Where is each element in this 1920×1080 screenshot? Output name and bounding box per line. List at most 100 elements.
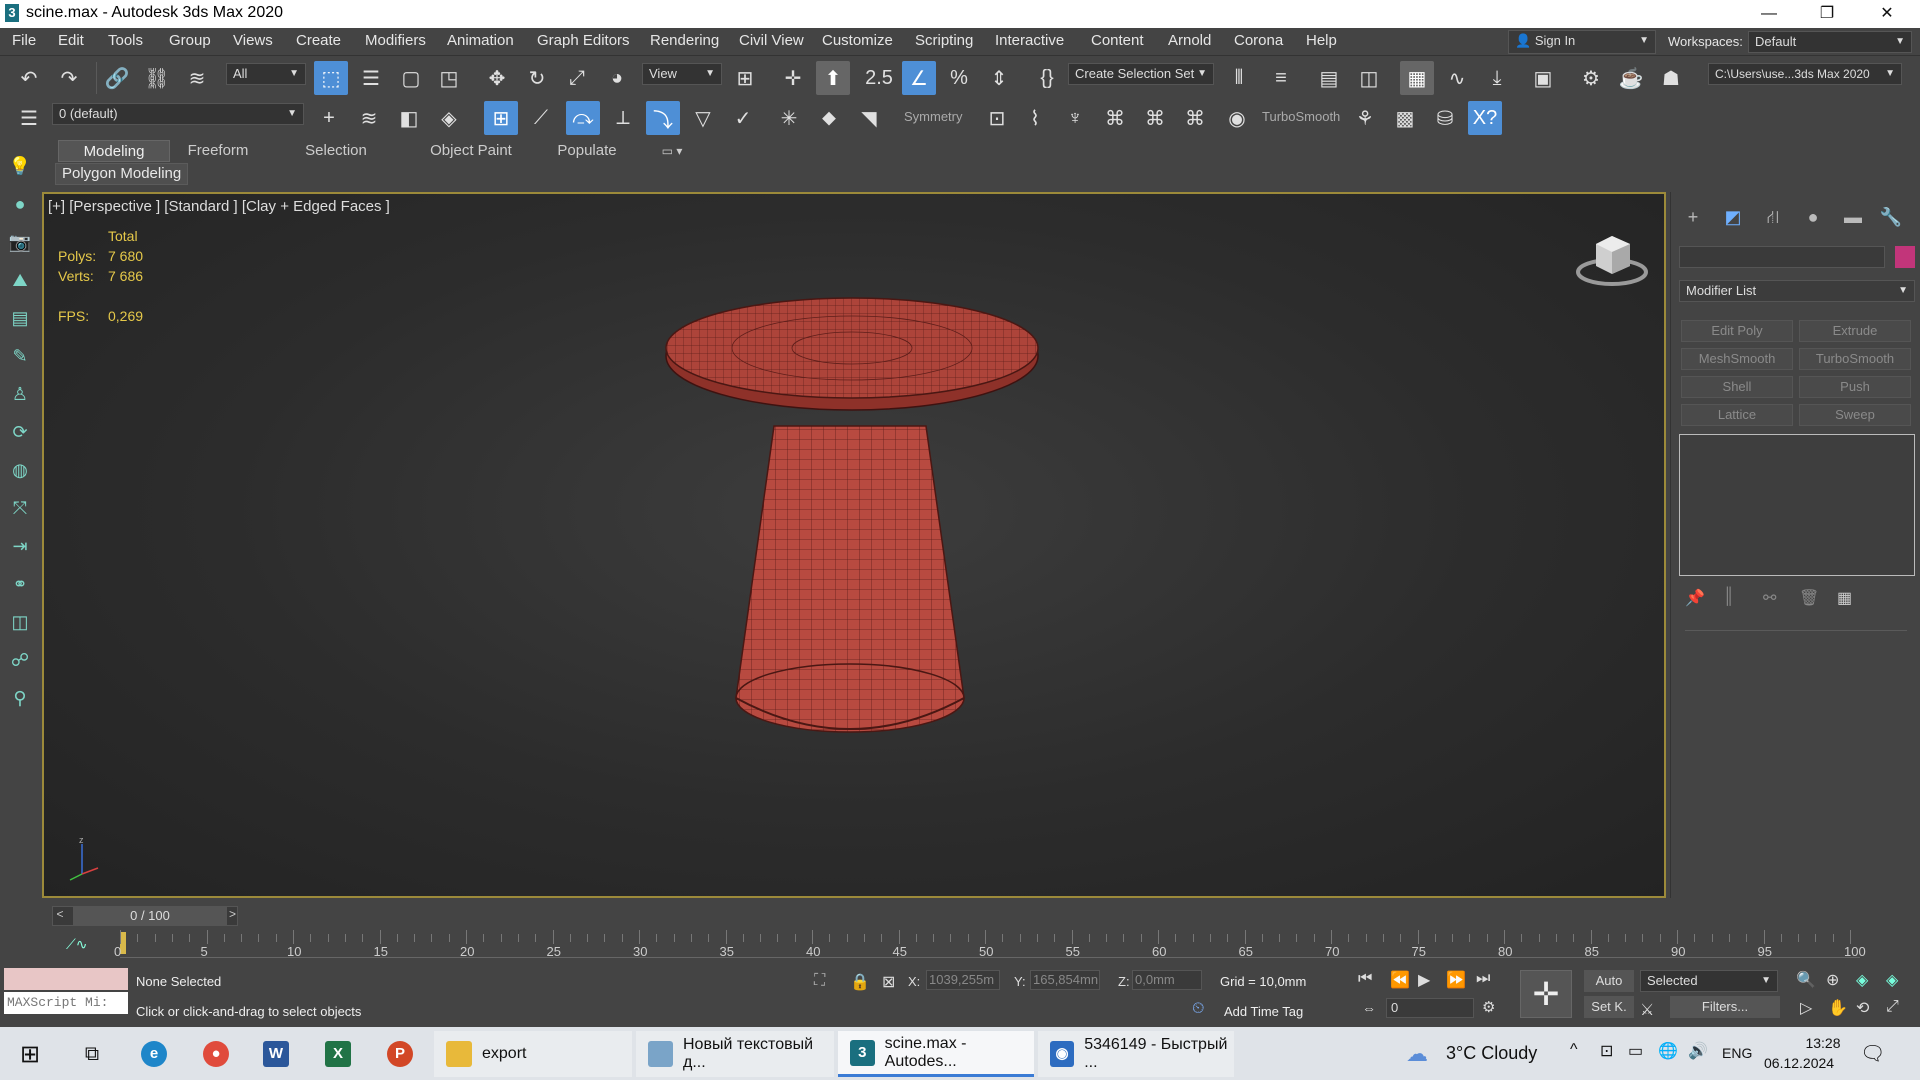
turbosmooth-label[interactable]: TurboSmooth (1262, 109, 1340, 124)
menu-graph-editors[interactable]: Graph Editors (537, 32, 630, 49)
bind-space-warp-icon[interactable]: ≋ (180, 61, 214, 95)
display-tab-icon[interactable]: ▬ (1839, 207, 1867, 231)
taskbar-3dsmax[interactable]: 3 scine.max - Autodes... (838, 1031, 1034, 1077)
layer-properties-icon[interactable]: ◈ (432, 101, 466, 135)
xform-icon[interactable]: X? (1468, 101, 1502, 135)
orbit-icon[interactable]: ☍ (8, 648, 32, 672)
ribbon-tab-populate[interactable]: Populate (552, 140, 622, 162)
next-key-icon[interactable]: ⏩ (1446, 970, 1466, 990)
modifier-6-icon[interactable]: ⌘ (1178, 101, 1212, 135)
table-model[interactable] (644, 290, 1064, 770)
checker-icon[interactable]: ▩ (1388, 101, 1422, 135)
turbosmooth-button[interactable]: TurboSmooth (1799, 348, 1911, 370)
brush-icon[interactable]: ⬥ (812, 101, 846, 135)
current-frame-field[interactable]: 0 (1386, 998, 1474, 1018)
window-crossing-icon[interactable]: ◳ (432, 61, 466, 95)
ribbon-tab-modeling[interactable]: Modeling (58, 140, 170, 162)
material-editor-icon[interactable]: ▣ (1526, 61, 1560, 95)
ribbon-tab-freeform[interactable]: Freeform (178, 140, 258, 162)
list-icon[interactable]: ▤ (8, 306, 32, 330)
clock-time[interactable]: 13:28 (1786, 1035, 1860, 1051)
select-object-icon[interactable]: ⬚ (314, 61, 348, 95)
maxscript-listener-pink[interactable] (4, 968, 128, 990)
select-layer-icon[interactable]: ◧ (392, 101, 426, 135)
sweep-button[interactable]: Sweep (1799, 404, 1911, 426)
modifier-5-icon[interactable]: ⌘ (1138, 101, 1172, 135)
select-manipulate-icon[interactable]: ✛ (776, 61, 810, 95)
box-icon[interactable]: ◫ (8, 610, 32, 634)
toggle-scene-explorer-icon[interactable]: ☰ (12, 101, 46, 135)
x-coordinate-field[interactable]: 1039,255m (926, 970, 1000, 990)
pivot-center-icon[interactable]: ⊞ (728, 61, 762, 95)
scene-explorer-icon[interactable]: ▤ (1312, 61, 1346, 95)
hierarchy-tab-icon[interactable]: ⛙ (1759, 207, 1787, 231)
taskbar-screenshot[interactable]: ◉ 5346149 - Быстрый ... (1038, 1031, 1234, 1077)
selection-filter-dropdown[interactable]: All ▼ (226, 63, 306, 85)
modifier-list-dropdown[interactable]: Modifier List ▼ (1679, 280, 1915, 302)
light-icon[interactable]: 💡 (8, 154, 32, 178)
isolate-selection-icon[interactable]: ⛶ (814, 972, 825, 990)
sphere-icon[interactable]: ● (8, 192, 32, 216)
powerpoint-icon[interactable]: P (380, 1031, 420, 1077)
tray-network-icon[interactable]: ⊡ (1600, 1041, 1613, 1061)
auto-key-button[interactable]: Auto (1584, 970, 1634, 992)
menu-group[interactable]: Group (169, 32, 211, 49)
menu-civil-view[interactable]: Civil View (739, 32, 804, 49)
menu-interactive[interactable]: Interactive (995, 32, 1064, 49)
ribbon-tab-selection[interactable]: Selection (296, 140, 376, 162)
workspaces-dropdown[interactable]: Default ▼ (1748, 31, 1912, 53)
select-and-rotate-icon[interactable]: ↻ (520, 61, 554, 95)
select-by-name-icon[interactable]: ☰ (354, 61, 388, 95)
zoom-extents-icon[interactable]: ◈ (1856, 970, 1868, 990)
object-color-swatch[interactable] (1895, 246, 1915, 268)
menu-scripting[interactable]: Scripting (915, 32, 973, 49)
restore-icon[interactable]: ❐ (1798, 0, 1856, 28)
menu-file[interactable]: File (12, 32, 36, 49)
orbit-view-icon[interactable]: ⟲ (1856, 998, 1869, 1018)
project-folder-dropdown[interactable]: C:\Users\use...3ds Max 2020 ▼ (1708, 63, 1902, 85)
modifier-2-icon[interactable]: ⌇ (1018, 101, 1052, 135)
menu-arnold[interactable]: Arnold (1168, 32, 1211, 49)
spinner-snap-icon[interactable]: ⇕ (982, 61, 1016, 95)
curve-editor-mini-icon[interactable]: ⟋∿ (66, 936, 88, 953)
time-slider[interactable]: < 0 / 100 > (52, 906, 238, 926)
menu-tools[interactable]: Tools (108, 32, 143, 49)
percent-snap-icon[interactable]: % (942, 61, 976, 95)
unlink-icon[interactable]: ⛓ (140, 61, 174, 95)
scale-view-icon[interactable]: ⤧ (8, 496, 32, 520)
figure-icon[interactable]: ♙ (8, 382, 32, 406)
chrome-icon[interactable]: ● (196, 1031, 236, 1077)
stack-icon[interactable]: ⛁ (1428, 101, 1462, 135)
previous-key-icon[interactable]: ⏪ (1390, 970, 1410, 990)
create-tab-icon[interactable]: + (1679, 207, 1707, 231)
frame-counter[interactable]: 0 / 100 (73, 907, 227, 925)
meshsmooth-button[interactable]: MeshSmooth (1681, 348, 1793, 370)
ribbon-tab-object-paint[interactable]: Object Paint (416, 140, 526, 162)
utilities-tab-icon[interactable]: 🔧 (1877, 207, 1905, 231)
vertex-icon[interactable]: ▽ (686, 101, 720, 135)
viewport-label[interactable]: [+] [Perspective ] [Standard ] [Clay + E… (48, 198, 390, 215)
absolute-mode-icon[interactable]: ⊠ (882, 972, 895, 992)
rectangular-selection-icon[interactable]: ▢ (394, 61, 428, 95)
keyboard-shortcut-override-icon[interactable]: ⬆ (816, 61, 850, 95)
key-filter-dropdown[interactable]: Selected ▼ (1640, 970, 1778, 992)
ribbon-options-icon[interactable]: ▭ ▾ (652, 140, 692, 162)
undo-icon[interactable]: ↶ (12, 61, 46, 95)
walk-icon[interactable]: ⛰ (8, 268, 32, 292)
select-and-place-icon[interactable]: ◕ (600, 61, 634, 95)
taskbar-notepad[interactable]: Новый текстовый д... (636, 1031, 834, 1077)
brush-paint-icon[interactable]: ✎ (8, 344, 32, 368)
word-icon[interactable]: W (256, 1031, 296, 1077)
snowflake-icon[interactable]: ✳ (772, 101, 806, 135)
viewcube-icon[interactable] (1574, 226, 1654, 292)
y-coordinate-field[interactable]: 165,854mn (1030, 970, 1100, 990)
rendered-frame-window-icon[interactable]: ☕ (1614, 61, 1648, 95)
render-production-icon[interactable]: ☗ (1654, 61, 1688, 95)
selection-lock-icon[interactable]: 🔒 (850, 972, 870, 992)
battery-icon[interactable]: ▭ (1628, 1041, 1643, 1061)
timeline-icon[interactable]: ⇥ (8, 534, 32, 558)
key-mode-icon[interactable]: ⇔ (1362, 1000, 1376, 1016)
time-tag-icon[interactable]: ⏲ (1192, 1000, 1204, 1018)
modifier-7-icon[interactable]: ⚘ (1348, 101, 1382, 135)
menu-content[interactable]: Content (1091, 32, 1144, 49)
